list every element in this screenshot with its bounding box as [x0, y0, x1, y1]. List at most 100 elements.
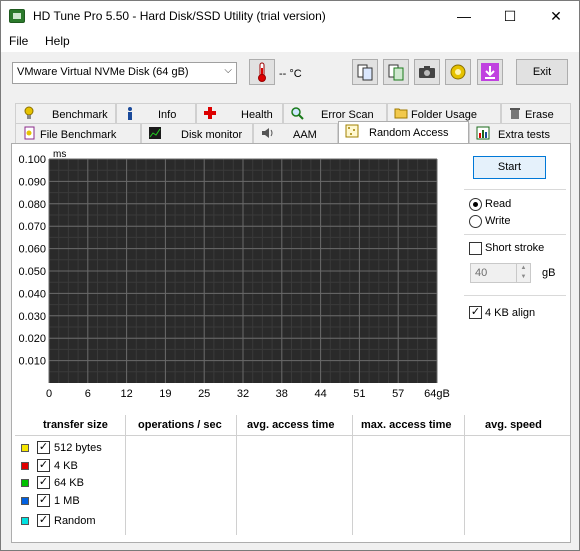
row-label: Random	[54, 515, 96, 527]
tab-folder-usage[interactable]: Folder Usage	[387, 103, 501, 123]
exit-button[interactable]: Exit	[516, 59, 568, 85]
tab-label: Disk monitor	[181, 129, 243, 141]
tab-label: File Benchmark	[40, 129, 117, 141]
header-avg-speed: avg. speed	[485, 419, 542, 431]
header-max-access: max. access time	[361, 419, 452, 431]
camera-icon[interactable]	[414, 59, 440, 85]
row-checkbox-random[interactable]: ✓	[37, 514, 50, 527]
tab-error-scan[interactable]: Error Scan	[283, 103, 387, 123]
minimize-button[interactable]: —	[441, 1, 487, 31]
tab-benchmark[interactable]: Benchmark	[15, 103, 116, 123]
divider	[464, 295, 566, 296]
health-cross-icon	[204, 107, 216, 119]
y-tick-label: 0.010	[18, 356, 46, 368]
access-time-chart: 0 6 12 19 25 32 38 44 51 57 64gB 0.100 0.090 0.080 0.0…	[18, 149, 450, 400]
tab-label: Health	[241, 109, 273, 121]
window-title: HD Tune Pro 5.50 - Hard Disk/SSD Utility…	[33, 9, 326, 23]
col-operations: operations / sec	[126, 415, 237, 535]
tab-label: Extra tests	[498, 129, 550, 141]
divider	[464, 234, 566, 235]
x-tick-label: 32	[237, 388, 249, 400]
y-tick-label: 0.100	[18, 154, 46, 166]
menu-help[interactable]: Help	[45, 34, 70, 48]
row-label: 64 KB	[54, 477, 84, 489]
row-checkbox-4kb[interactable]: ✓	[37, 459, 50, 472]
tab-health[interactable]: Health	[196, 103, 283, 123]
stepper-arrows-icon[interactable]: ▲ ▼	[516, 264, 530, 282]
y-tick-label: 0.070	[18, 221, 46, 233]
y-tick-label: 0.030	[18, 311, 46, 323]
copy-screenshot-icon[interactable]	[383, 59, 409, 85]
row-label: 512 bytes	[54, 442, 102, 454]
row-checkbox-64kb[interactable]: ✓	[37, 476, 50, 489]
row-checkbox-1mb[interactable]: ✓	[37, 494, 50, 507]
y-tick-label: 0.050	[18, 266, 46, 278]
write-radio[interactable]	[469, 215, 482, 228]
short-stroke-checkbox[interactable]	[469, 242, 482, 255]
tab-erase[interactable]: Erase	[501, 103, 571, 123]
close-button[interactable]: ✕	[533, 1, 579, 31]
extra-tests-icon	[476, 126, 490, 140]
copy-info-icon[interactable]	[352, 59, 378, 85]
x-tick-label: 25	[198, 388, 210, 400]
series-swatch-1mb	[21, 497, 29, 505]
speaker-icon	[262, 128, 273, 138]
benchmark-icon	[24, 106, 34, 119]
tab-label: Random Access	[369, 127, 449, 139]
x-tick-label: 38	[276, 388, 288, 400]
x-tick-label: 51	[353, 388, 365, 400]
short-stroke-label: Short stroke	[485, 242, 545, 254]
temperature-readout: -- °C	[279, 68, 302, 80]
menu-file[interactable]: File	[9, 34, 28, 48]
chevron-down-icon: ⌵	[224, 65, 232, 76]
x-tick-label: 12	[120, 388, 132, 400]
y-tick-label: 0.060	[18, 244, 46, 256]
disk-select[interactable]: VMware Virtual NVMe Disk (64 gB) ⌵	[12, 62, 237, 84]
disk-monitor-icon	[149, 127, 161, 139]
file-benchmark-icon	[24, 126, 35, 140]
tab-info[interactable]: Info	[116, 103, 196, 123]
series-swatch-random	[21, 517, 29, 525]
header-avg-access: avg. access time	[247, 419, 335, 431]
stroke-size-stepper[interactable]: 40 ▲ ▼	[470, 263, 531, 283]
x-tick-label: 6	[85, 388, 91, 400]
y-tick-label: 0.020	[18, 333, 46, 345]
tab-file-benchmark[interactable]: File Benchmark	[15, 123, 141, 143]
header-operations: operations / sec	[138, 419, 222, 431]
menu-bar: File Help	[1, 31, 579, 52]
tab-row-bottom: File Benchmark Disk monitor AAM Random A…	[15, 121, 571, 143]
y-tick-label: 0.090	[18, 176, 46, 188]
series-swatch-64kb	[21, 479, 29, 487]
app-window: HD Tune Pro 5.50 - Hard Disk/SSD Utility…	[0, 0, 580, 551]
x-tick-label: 19	[159, 388, 171, 400]
series-swatch-4kb	[21, 462, 29, 470]
info-icon	[128, 107, 132, 120]
folder-icon	[394, 108, 408, 119]
tab-aam[interactable]: AAM	[253, 123, 338, 143]
read-radio[interactable]	[469, 198, 482, 211]
start-button[interactable]: Start	[473, 156, 546, 179]
save-download-icon[interactable]	[477, 59, 503, 85]
read-label: Read	[485, 198, 512, 210]
y-tick-label: 0.080	[18, 199, 46, 211]
tab-row-top: Benchmark Info Health Error Scan Folder …	[15, 103, 571, 123]
options-icon[interactable]	[445, 59, 471, 85]
maximize-button[interactable]: ☐	[487, 1, 533, 31]
tab-random-access[interactable]: Random Access	[338, 121, 469, 143]
trash-icon	[510, 108, 520, 119]
row-label: 1 MB	[54, 495, 80, 507]
random-access-icon	[345, 124, 359, 138]
x-tick-label: 57	[392, 388, 404, 400]
title-bar: HD Tune Pro 5.50 - Hard Disk/SSD Utility…	[1, 1, 579, 31]
align-4kb-checkbox[interactable]: ✓	[469, 306, 482, 319]
tab-extra-tests[interactable]: Extra tests	[469, 123, 571, 143]
x-tick-label: 64gB	[424, 388, 450, 400]
header-transfer-size: transfer size	[43, 419, 108, 431]
tab-disk-monitor[interactable]: Disk monitor	[141, 123, 253, 143]
row-checkbox-512b[interactable]: ✓	[37, 441, 50, 454]
write-label: Write	[485, 215, 511, 227]
results-table: transfer size operations / sec avg. acce…	[15, 415, 570, 537]
col-avg-access: avg. access time	[237, 415, 353, 535]
x-tick-label: 0	[46, 388, 52, 400]
tab-label: Info	[158, 109, 177, 121]
